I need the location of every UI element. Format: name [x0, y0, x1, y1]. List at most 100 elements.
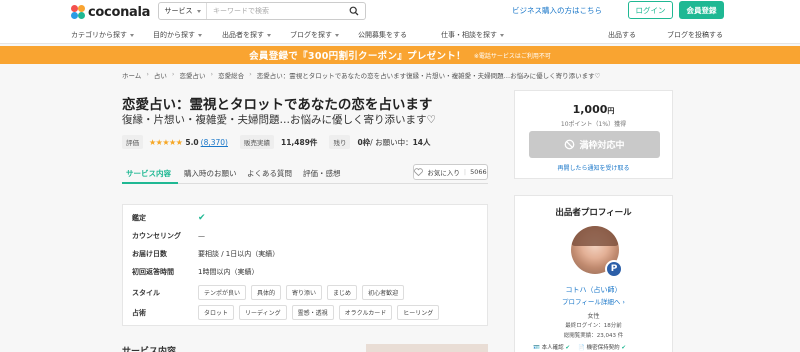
tab-reviews[interactable]: 評価・感想 [303, 168, 341, 179]
banner-text: 会員登録で『300円割引クーポン』プレゼント！ [249, 51, 466, 62]
profile-detail-link[interactable]: プロフィール詳細へ › [515, 296, 672, 306]
breadcrumb-item[interactable]: ホーム [122, 70, 141, 80]
detail-label: 初回返答時間 [132, 268, 174, 276]
favorite-button[interactable]: お気に入り | 5066 [413, 164, 488, 180]
nav-public-request[interactable]: 公開募集をする [358, 30, 407, 40]
chevron-down-icon [130, 33, 134, 37]
nav-sell[interactable]: 出品する [608, 30, 636, 40]
nav-sellers[interactable]: 出品者を探す [222, 30, 271, 40]
service-meta: 評価 ★★★★★ 5.0 (8,370) 販売実績 11,489件 残り 0枠 … [122, 135, 431, 149]
method-chip[interactable]: タロット [198, 305, 235, 320]
breadcrumb-separator: › [146, 70, 149, 78]
detail-row: お届け日数 要相談 / 1日以内（実績） [132, 249, 279, 259]
login-button[interactable]: ログイン [628, 1, 673, 19]
notify-link[interactable]: 再開したら通知を受け取る [515, 163, 672, 172]
coconala-logo-icon [71, 5, 85, 19]
service-image [366, 344, 488, 352]
nav-label: カテゴリから探す [71, 31, 127, 39]
coupon-banner[interactable]: 会員登録で『300円割引クーポン』プレゼント！ ※電話サービスはご利用不可 [0, 46, 800, 64]
detail-label: カウンセリング [132, 232, 181, 240]
breadcrumb-item[interactable]: 恋愛総合 [218, 70, 244, 80]
rating-count-link[interactable]: (8,370) [201, 138, 228, 147]
search-category-select[interactable]: サービス [159, 3, 207, 19]
favorite-label: お気に入り [427, 169, 460, 177]
style-chip[interactable]: まじめ [327, 285, 358, 300]
prohibited-icon [565, 139, 575, 150]
breadcrumb-separator: › [249, 70, 252, 78]
check-icon: ✔ [198, 213, 206, 223]
nav-purpose[interactable]: 目的から探す [153, 30, 202, 40]
breadcrumb-item[interactable]: 占い [154, 70, 167, 80]
check-icon: ✔ [565, 345, 570, 351]
detail-label: 鑑定 [132, 214, 146, 222]
total-views: 総閲覧実績：23,043 件 [563, 333, 624, 339]
logo[interactable]: coconala [71, 4, 150, 20]
remaining-value: 0枠 [357, 137, 371, 147]
nav-blogs[interactable]: ブログを探す [290, 30, 339, 40]
price-amount: 1,000 [572, 103, 608, 116]
service-detail-card: 鑑定 ✔ カウンセリング — お届け日数 要相談 / 1日以内（実績） 初回返答… [122, 204, 488, 326]
points-info: 10ポイント（1%）獲得 [560, 121, 627, 128]
search-input[interactable] [207, 3, 343, 19]
logo-text: coconala [88, 4, 151, 20]
nav-jobs[interactable]: 仕事・相談を探す [441, 30, 504, 40]
nav-label: ブログを投稿する [667, 31, 723, 39]
search-icon [349, 6, 359, 16]
chevron-down-icon [335, 33, 339, 37]
sales-value: 11,489件 [280, 137, 318, 147]
waiting-label: / お願い中： [370, 137, 413, 147]
method-chip[interactable]: 霊感・透視 [291, 305, 334, 320]
detail-row: カウンセリング — [132, 231, 205, 241]
style-row: スタイル テンポが良い 具体的 寄り添い まじめ 初心者歓迎 [132, 285, 409, 300]
method-chip[interactable]: オラクルカード [338, 305, 393, 320]
waiting-value: 14人 [412, 137, 431, 147]
register-button[interactable]: 会員登録 [679, 1, 724, 19]
search-button[interactable] [343, 3, 365, 19]
style-chip[interactable]: 具体的 [251, 285, 282, 300]
style-chip[interactable]: 寄り添い [286, 285, 323, 300]
profile-title: 出品者プロフィール [555, 208, 632, 218]
chevron-down-icon [500, 33, 504, 37]
tab-service-content[interactable]: サービス内容 [126, 168, 171, 179]
detail-label: スタイル [132, 288, 160, 297]
search-bar: サービス [158, 2, 366, 20]
chevron-down-icon [198, 33, 202, 37]
nav-label: 出品する [608, 31, 636, 39]
seller-name-link[interactable]: コトハ（占い師） [515, 285, 672, 295]
method-chip[interactable]: リーディング [239, 305, 287, 320]
detail-value: 要相談 / 1日以内（実績） [198, 250, 280, 258]
seller-gender: 女性 [587, 313, 600, 320]
price-unit: 円 [607, 107, 615, 115]
style-chip[interactable]: テンポが良い [198, 285, 247, 300]
breadcrumb-separator: › [171, 70, 175, 78]
detail-value: 1時間以内（実績） [198, 268, 259, 276]
method-row: 占術 タロット リーディング 霊感・透視 オラクルカード ヒーリング [132, 305, 444, 320]
nav-label: 仕事・相談を探す [441, 31, 497, 39]
verification-badges: 🪪 本人確認 ✔ 📄 機密保持契約 ✔ [533, 343, 626, 351]
method-chip[interactable]: ヒーリング [397, 305, 440, 320]
breadcrumb-item[interactable]: 恋愛占い [180, 70, 206, 80]
section-heading: サービス内容 [122, 347, 177, 352]
business-purchase-link[interactable]: ビジネス購入の方はこちら [512, 5, 602, 16]
nav-category[interactable]: カテゴリから探す [71, 30, 134, 40]
chevron-right-icon: › [622, 298, 626, 306]
chevron-down-icon [267, 33, 271, 37]
nav-label: 公開募集をする [358, 31, 407, 39]
detail-value: — [198, 232, 205, 240]
tab-faq[interactable]: よくある質問 [247, 168, 292, 179]
favorite-count: 5066 [470, 168, 487, 176]
heart-icon [414, 168, 424, 176]
sales-tag: 販売実績 [239, 135, 274, 149]
favorite-divider: | [463, 168, 467, 176]
detail-label: お届け日数 [132, 250, 167, 258]
detail-row: 初回返答時間 1時間以内（実績） [132, 267, 258, 277]
search-category-label: サービス [164, 7, 193, 15]
avatar-hair [571, 226, 619, 246]
remaining-tag: 残り [329, 135, 351, 149]
breadcrumb-current: 恋愛占い：霊視とタロットであなたの恋を占います復縁・片想い・複雑愛・夫婦問題…お… [256, 72, 601, 80]
nav-post-blog[interactable]: ブログを投稿する [667, 30, 723, 40]
tab-purchase-request[interactable]: 購入時のお願い [184, 168, 237, 179]
nav-label: ブログを探す [290, 31, 332, 39]
breadcrumb: ホーム › 占い › 恋愛占い › 恋愛総合 › 恋愛占い：霊視とタロットであな… [122, 70, 601, 80]
style-chip[interactable]: 初心者歓迎 [362, 285, 405, 300]
